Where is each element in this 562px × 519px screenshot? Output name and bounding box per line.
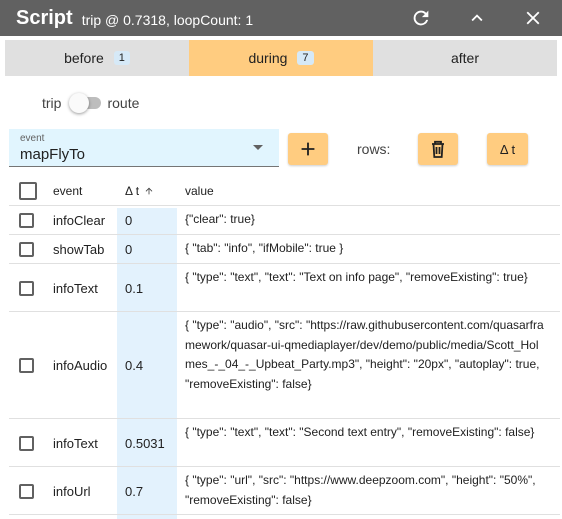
refresh-icon xyxy=(413,10,429,26)
row-delta-t: 0 xyxy=(125,242,133,257)
delete-rows-button[interactable] xyxy=(418,133,458,165)
header-delta-t[interactable]: Δ t xyxy=(125,184,154,198)
tab-during[interactable]: during 7 xyxy=(189,40,373,76)
tab-count-badge: 1 xyxy=(113,51,130,65)
tab-label: during xyxy=(248,50,288,66)
row-event: infoText xyxy=(53,281,98,296)
table-row[interactable]: infoClear 0 {"clear": true} xyxy=(9,206,560,235)
plus-icon xyxy=(301,142,315,156)
row-event: infoText xyxy=(53,436,98,451)
row-delta-t: 0.7 xyxy=(125,484,144,499)
tab-count-badge: 7 xyxy=(297,51,314,65)
row-checkbox[interactable] xyxy=(19,281,34,296)
trash-icon xyxy=(432,140,444,158)
tab-before[interactable]: before 1 xyxy=(5,40,189,76)
window-title: Script xyxy=(16,6,73,29)
dropdown-caret-icon xyxy=(253,145,263,150)
row-event: showTab xyxy=(53,242,105,257)
row-event: infoAudio xyxy=(53,358,108,373)
refresh-button[interactable] xyxy=(401,0,441,36)
row-value: {"clear": true} xyxy=(185,212,255,226)
table-row[interactable]: infoText 0.1 { "type": "text", "text": "… xyxy=(9,264,560,312)
event-select[interactable]: event mapFlyTo xyxy=(9,129,279,167)
event-select-value: mapFlyTo xyxy=(20,146,86,163)
row-delta-t: 0.1 xyxy=(125,281,144,296)
row-value: { "type": "text", "text": "Second text e… xyxy=(185,425,535,439)
row-delta-t: 0 xyxy=(125,213,133,228)
select-all-checkbox[interactable] xyxy=(19,182,37,200)
row-event: infoUrl xyxy=(53,484,91,499)
toggle-left-label: trip xyxy=(42,95,62,111)
row-value: { "type": "text", "text": "Text on info … xyxy=(185,270,528,284)
toggle-thumb xyxy=(69,93,90,113)
table-row[interactable]: showTab 0 { "tab": "info", "ifMobile": t… xyxy=(9,235,560,264)
table-header: event Δ t value xyxy=(9,176,560,206)
delta-t-button[interactable]: Δ t xyxy=(487,133,528,165)
add-row-button[interactable] xyxy=(288,133,328,165)
phase-tabs: before 1 during 7 after xyxy=(5,40,557,76)
row-checkbox[interactable] xyxy=(19,358,34,373)
close-button[interactable] xyxy=(513,0,553,36)
trip-route-toggle[interactable] xyxy=(69,93,103,113)
chevron-up-icon xyxy=(471,14,483,22)
row-checkbox[interactable] xyxy=(19,213,34,228)
table-row[interactable]: infoText 0.5031 { "type": "text", "text"… xyxy=(9,419,560,467)
table-row[interactable]: infoAudio 0.4 { "type": "audio", "src": … xyxy=(9,312,560,419)
row-value: { "tab": "info", "ifMobile": true } xyxy=(185,241,344,255)
rows-label: rows: xyxy=(357,141,391,157)
title-bar: Script trip @ 0.7318, loopCount: 1 xyxy=(0,0,562,36)
row-delta-t: 0.5031 xyxy=(125,436,165,451)
tab-label: before xyxy=(64,50,104,66)
event-select-label: event xyxy=(20,133,45,144)
header-value: value xyxy=(185,184,214,198)
row-value: { "type": "audio", "src": "https://raw.g… xyxy=(185,318,544,391)
header-event: event xyxy=(53,184,83,198)
row-checkbox[interactable] xyxy=(19,484,34,499)
toggle-right-label: route xyxy=(107,95,140,111)
row-checkbox[interactable] xyxy=(19,436,34,451)
sort-arrow-up-icon xyxy=(146,187,153,195)
tab-after[interactable]: after xyxy=(373,40,557,76)
row-checkbox[interactable] xyxy=(19,242,34,257)
row-event: infoClear xyxy=(53,213,106,228)
header-delta-t-label: Δ t xyxy=(125,184,140,198)
close-icon xyxy=(526,11,540,25)
collapse-button[interactable] xyxy=(457,0,497,36)
trip-route-toggle-row: trip route xyxy=(42,92,139,114)
row-delta-t: 0.4 xyxy=(125,358,144,373)
window-subtitle: trip @ 0.7318, loopCount: 1 xyxy=(81,11,254,28)
tab-label: after xyxy=(450,50,479,66)
table-row[interactable]: infoUrl 0.7 { "type": "url", "src": "htt… xyxy=(9,467,560,515)
row-value: { "type": "url", "src": "https://www.dee… xyxy=(185,473,536,507)
